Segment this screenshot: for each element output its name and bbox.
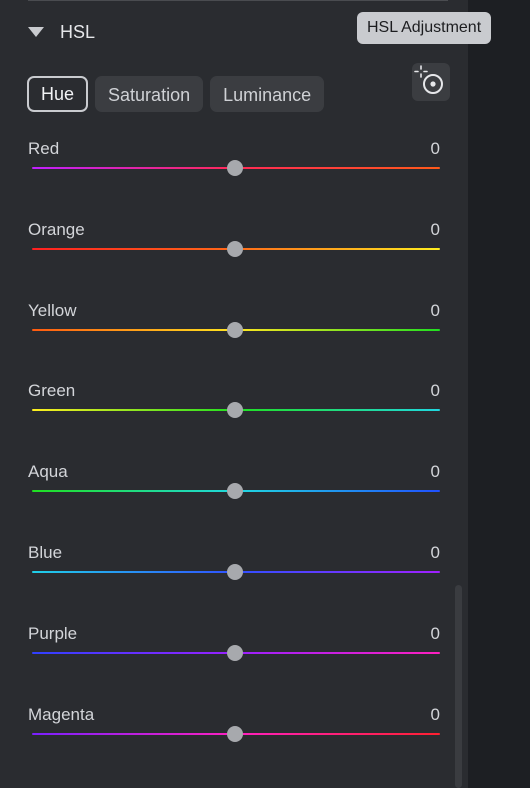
slider-label: Yellow — [28, 301, 77, 320]
slider-value: 0 — [430, 705, 440, 724]
targeted-adjustment-button[interactable] — [412, 63, 450, 101]
slider-orange: Orange 0 — [28, 220, 440, 280]
slider-value: 0 — [430, 301, 440, 320]
slider-label: Aqua — [28, 462, 68, 481]
right-side-area — [468, 0, 530, 788]
slider-thumb[interactable] — [227, 402, 243, 418]
slider-value: 0 — [430, 220, 440, 239]
hsl-tabs: Hue Saturation Luminance — [27, 76, 325, 112]
tab-saturation[interactable]: Saturation — [95, 76, 204, 112]
slider-label: Blue — [28, 543, 63, 562]
hsl-section-header[interactable]: HSL — [28, 18, 95, 46]
tab-luminance[interactable]: Luminance — [210, 76, 325, 112]
slider-purple: Purple 0 — [28, 624, 440, 684]
slider-label: Purple — [28, 624, 78, 643]
slider-green: Green 0 — [28, 381, 440, 441]
slider-blue: Blue 0 — [28, 543, 440, 603]
slider-value: 0 — [430, 381, 440, 400]
slider-value: 0 — [430, 543, 440, 562]
slider-aqua: Aqua 0 — [28, 462, 440, 522]
slider-thumb[interactable] — [227, 483, 243, 499]
tooltip: HSL Adjustment — [357, 12, 492, 44]
slider-thumb[interactable] — [227, 726, 243, 742]
targeted-adjustment-icon — [414, 65, 443, 94]
slider-label: Magenta — [28, 705, 95, 724]
tab-hue[interactable]: Hue — [27, 76, 89, 112]
slider-thumb[interactable] — [227, 322, 243, 338]
section-title: HSL — [60, 21, 96, 42]
slider-label: Red — [28, 139, 60, 158]
slider-thumb[interactable] — [227, 564, 243, 580]
slider-thumb[interactable] — [227, 241, 243, 257]
hsl-panel: HSL Hue Saturation Luminance Red 0 Orange 0… — [0, 0, 468, 788]
slider-thumb[interactable] — [227, 160, 243, 176]
slider-label: Orange — [28, 220, 85, 239]
slider-value: 0 — [430, 139, 440, 158]
slider-value: 0 — [430, 624, 440, 643]
slider-label: Green — [28, 381, 76, 400]
slider-yellow: Yellow 0 — [28, 301, 440, 361]
slider-red: Red 0 — [28, 139, 440, 199]
caret-down-icon[interactable] — [28, 27, 44, 37]
section-divider — [28, 0, 448, 1]
slider-thumb[interactable] — [227, 645, 243, 661]
slider-value: 0 — [430, 462, 440, 481]
slider-magenta: Magenta 0 — [28, 705, 440, 765]
scrollbar[interactable] — [455, 585, 462, 788]
